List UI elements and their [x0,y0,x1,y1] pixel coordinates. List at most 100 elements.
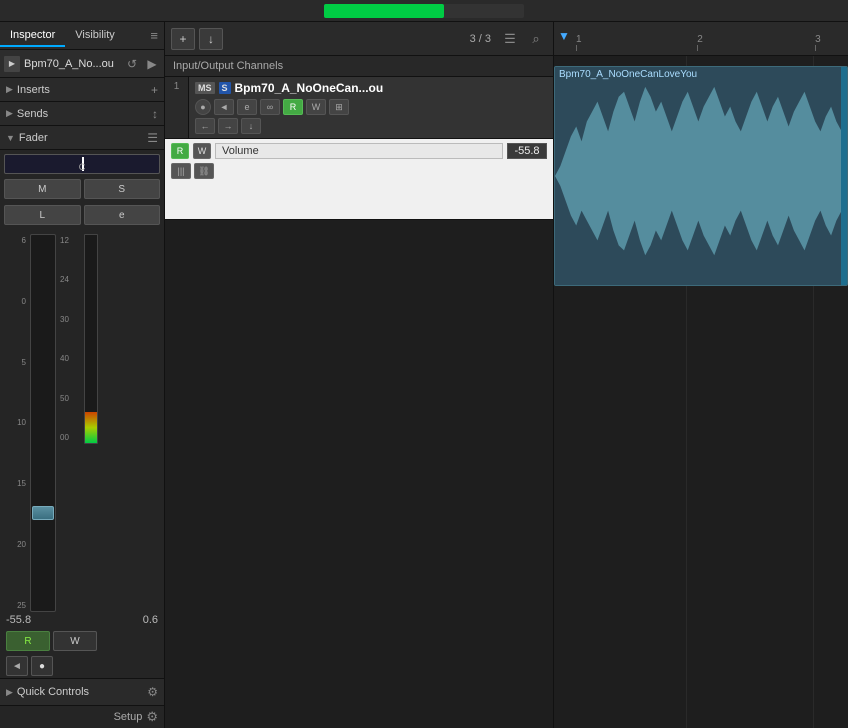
meter-bar-container [84,234,98,444]
channel-buttons-row2: ← → ↓ [195,118,547,134]
channel-e-button[interactable]: e [237,99,257,115]
ruler-mark-1: 1 [576,35,582,51]
track-name-row: ▶ Bpm70_A_No...ou ↺ ▶ [0,50,164,78]
edit-button[interactable]: e [84,205,161,225]
progress-fill [324,4,444,18]
write-button[interactable]: W [53,631,97,651]
top-bar [0,0,848,22]
rscale-30: 30 [60,315,80,324]
tab-visibility[interactable]: Visibility [65,25,125,47]
channel-power-button[interactable]: ● [195,99,211,115]
fader-label: Fader [19,132,147,144]
channel-grid-button[interactable]: ⊞ [329,99,349,115]
inserts-arrow-icon: ▶ [6,84,13,95]
sends-label: Sends [17,108,152,120]
inspector-panel: Inspector Visibility ≡ ▶ Bpm70_A_No...ou… [0,22,165,728]
fader-display: C [4,154,160,174]
volume-bars-button[interactable]: ||| [171,163,191,179]
bottom-row: ◄ ● [0,654,164,678]
fader-thumb[interactable] [32,506,54,520]
sends-arrow-icon: ▶ [6,108,13,119]
ruler-line-2 [697,45,698,51]
dot-button[interactable]: ● [31,656,53,676]
read-button[interactable]: R [6,631,50,651]
channel-arrow-left-button[interactable]: ← [195,118,215,134]
io-channels-area: Input/Output Channels 1 MS S Bpm70_A_NoO… [165,56,553,220]
channel-w-button[interactable]: W [306,99,326,115]
channel-badge-ms: MS [195,82,215,94]
sends-add-icon[interactable]: ↕ [152,107,158,121]
quick-controls-arrow-icon: ▶ [6,687,13,698]
track-sync-icon[interactable]: ↺ [124,56,140,72]
timeline-ruler: ▼ 1 2 3 [554,22,848,56]
inspector-tabs: Inspector Visibility ≡ [0,22,164,50]
waveform-clip[interactable]: Bpm70_A_NoOneCanLoveYou [554,66,848,286]
scale-0: 0 [22,297,26,306]
mute-button[interactable]: M [4,179,81,199]
tab-inspector[interactable]: Inspector [0,25,65,47]
io-channels-header: Input/Output Channels [165,56,553,77]
waveform-area: Bpm70_A_NoOneCanLoveYou [554,56,848,728]
fader-menu-icon[interactable]: ☰ [147,131,158,145]
volume-link-button[interactable]: ⛓ [194,163,214,179]
channel-arrow-right-button[interactable]: → [218,118,238,134]
listen-button[interactable]: L [4,205,81,225]
import-button[interactable]: ↓ [199,28,223,50]
setup-gear-icon[interactable]: ⚙ [146,709,158,725]
setup-row: Setup ⚙ [0,705,164,728]
fader-right-scale: 12 24 30 40 50 00 [60,234,80,444]
quick-controls-gear-icon[interactable]: ⚙ [147,685,158,699]
filter-icon[interactable]: ▼ [554,19,574,53]
add-track-button[interactable]: + [171,28,195,50]
track-name-label: Bpm70_A_No...ou [24,58,120,70]
search-button[interactable]: ⌕ [525,28,547,50]
list-view-button[interactable]: ☰ [499,28,521,50]
quick-controls-label: Quick Controls [17,686,147,698]
solo-button[interactable]: S [84,179,161,199]
channel-name: Bpm70_A_NoOneCan...ou [235,81,384,95]
meter-bar-fill [85,412,97,443]
track-play-button[interactable]: ▶ [4,56,20,72]
channel-r-button[interactable]: R [283,99,303,115]
rscale-00: 00 [60,433,80,442]
volume-w-button[interactable]: W [193,143,211,159]
scale-25: 25 [17,601,26,610]
back-button[interactable]: ◄ [6,656,28,676]
waveform-svg [555,67,847,285]
le-btn-row: L e [4,205,160,225]
ruler-num-3: 3 [815,35,821,45]
channel-left-button[interactable]: ◄ [214,99,234,115]
fader-controls: C M S L e [0,150,164,232]
center-panel: + ↓ 3 / 3 ☰ ⌕ Input/Output Channels 1 MS… [165,22,553,728]
inspector-menu-icon[interactable]: ≡ [150,28,158,43]
rscale-50: 50 [60,394,80,403]
quick-controls-header[interactable]: ▶ Quick Controls ⚙ [0,679,164,705]
scale-20: 20 [17,540,26,549]
quick-controls-section: ▶ Quick Controls ⚙ [0,678,164,705]
rscale-40: 40 [60,354,80,363]
vertical-accent [841,67,847,285]
fader-track[interactable] [30,234,56,612]
inserts-add-icon[interactable]: + [151,83,158,97]
sends-section-header[interactable]: ▶ Sends ↕ [0,102,164,126]
volume-top-row: R W -55.8 [171,143,547,159]
channel-down-button[interactable]: ↓ [241,118,261,134]
fader-left-scale: 6 0 5 10 15 20 25 [6,234,26,612]
ruler-mark-3: 3 [815,35,821,51]
fader-meter-area: 6 0 5 10 15 20 25 12 24 30 40 50 [0,234,164,612]
volume-name-input[interactable] [215,143,503,159]
ruler-num-1: 1 [576,35,582,45]
volume-section: R W -55.8 ||| ⛓ [165,139,553,219]
inserts-section-header[interactable]: ▶ Inserts + [0,78,164,102]
fader-section-header[interactable]: ▼ Fader ☰ [0,126,164,150]
volume-r-button[interactable]: R [171,143,189,159]
ruler-marks: 1 2 3 [574,22,848,53]
right-panel: ▼ 1 2 3 B [553,22,848,728]
track-arrow-right-icon[interactable]: ▶ [144,56,160,72]
channel-chain-button[interactable]: ∞ [260,99,280,115]
channel-buttons-row1: ● ◄ e ∞ R W ⊞ [195,99,547,115]
scale-15: 15 [17,479,26,488]
main-layout: Inspector Visibility ≡ ▶ Bpm70_A_No...ou… [0,22,848,728]
channel-main: MS S Bpm70_A_NoOneCan...ou ● ◄ e ∞ R W ⊞ [189,77,553,138]
channel-number: 1 [165,77,189,138]
